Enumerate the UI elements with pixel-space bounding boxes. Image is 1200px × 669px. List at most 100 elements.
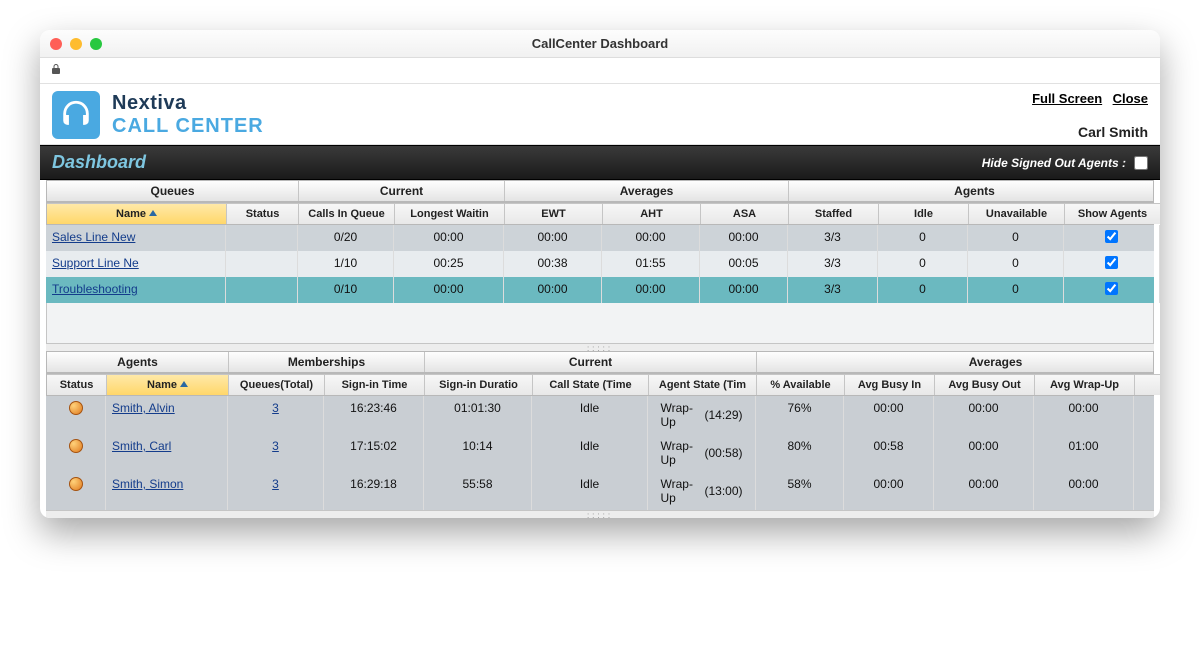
- agent-signin-time: 17:15:02: [324, 434, 424, 472]
- sort-asc-icon: [180, 381, 188, 387]
- toolbar: [40, 58, 1160, 84]
- queue-aht: 00:00: [602, 277, 700, 303]
- window-title: CallCenter Dashboard: [40, 36, 1160, 51]
- queue-ewt: 00:00: [504, 225, 602, 251]
- queue-name-link[interactable]: Support Line Ne: [52, 256, 139, 270]
- agent-status-icon: [69, 401, 83, 415]
- agroup-memberships: Memberships: [229, 352, 425, 372]
- agent-signin-dur: 01:01:30: [424, 396, 532, 434]
- agent-state: Wrap-Up(00:58): [648, 434, 756, 472]
- agent-call-state: Idle: [532, 472, 648, 510]
- queue-idle: 0: [878, 225, 968, 251]
- queue-name-link[interactable]: Sales Line New: [52, 230, 135, 244]
- headset-icon: [52, 91, 100, 139]
- agent-queues-link[interactable]: 3: [272, 477, 279, 491]
- col-aht[interactable]: AHT: [603, 203, 701, 224]
- agent-call-state: Idle: [532, 434, 648, 472]
- queue-longest: 00:00: [394, 225, 504, 251]
- user-name: Carl Smith: [1026, 124, 1148, 140]
- agent-busy-in: 00:00: [844, 472, 934, 510]
- group-averages: Averages: [505, 181, 789, 201]
- queue-row[interactable]: Sales Line New0/2000:0000:0000:0000:003/…: [46, 225, 1154, 251]
- agent-queues-link[interactable]: 3: [272, 439, 279, 453]
- agent-busy-out: 00:00: [934, 434, 1034, 472]
- agent-status-icon: [69, 439, 83, 453]
- show-agents-checkbox[interactable]: [1105, 256, 1118, 269]
- agent-row[interactable]: Smith, Alvin316:23:4601:01:30IdleWrap-Up…: [46, 396, 1154, 434]
- col-show-agents[interactable]: Show Agents: [1065, 203, 1160, 224]
- agent-busy-out: 00:00: [934, 396, 1034, 434]
- col-longest-wait[interactable]: Longest Waitin: [395, 203, 505, 224]
- queue-row[interactable]: Troubleshooting0/1000:0000:0000:0000:003…: [46, 277, 1154, 303]
- acol-status[interactable]: Status: [47, 374, 107, 395]
- sort-asc-icon: [149, 210, 157, 216]
- agroup-averages: Averages: [757, 352, 1160, 372]
- titlebar: CallCenter Dashboard: [40, 30, 1160, 58]
- col-ewt[interactable]: EWT: [505, 203, 603, 224]
- queue-aht: 01:55: [602, 251, 700, 277]
- brand: Nextiva CALL CENTER: [52, 91, 264, 139]
- queue-row[interactable]: Support Line Ne1/1000:2500:3801:5500:053…: [46, 251, 1154, 277]
- agent-state: Wrap-Up(14:29): [648, 396, 756, 434]
- group-agents: Agents: [789, 181, 1160, 201]
- close-link[interactable]: Close: [1113, 91, 1148, 106]
- acol-queues-total[interactable]: Queues(Total): [229, 374, 325, 395]
- acol-call-state[interactable]: Call State (Time: [533, 374, 649, 395]
- queue-longest: 00:00: [394, 277, 504, 303]
- queue-calls: 0/20: [298, 225, 394, 251]
- fullscreen-link[interactable]: Full Screen: [1032, 91, 1102, 106]
- agent-row[interactable]: Smith, Simon316:29:1855:58IdleWrap-Up(13…: [46, 472, 1154, 510]
- queue-idle: 0: [878, 251, 968, 277]
- col-idle[interactable]: Idle: [879, 203, 969, 224]
- acol-wrap-up[interactable]: Avg Wrap-Up: [1035, 374, 1135, 395]
- hide-signed-out-label: Hide Signed Out Agents :: [982, 156, 1126, 170]
- queue-staffed: 3/3: [788, 251, 878, 277]
- agent-queues-link[interactable]: 3: [272, 401, 279, 415]
- agent-name-link[interactable]: Smith, Simon: [112, 477, 183, 491]
- agent-pct-available: 80%: [756, 434, 844, 472]
- lock-icon: [50, 63, 62, 78]
- col-name[interactable]: Name: [47, 203, 227, 224]
- dashboard-title: Dashboard: [52, 152, 146, 173]
- col-status[interactable]: Status: [227, 203, 299, 224]
- queue-staffed: 3/3: [788, 277, 878, 303]
- acol-signin-time[interactable]: Sign-in Time: [325, 374, 425, 395]
- queue-unavailable: 0: [968, 277, 1064, 303]
- queue-name-link[interactable]: Troubleshooting: [52, 282, 138, 296]
- agent-wrap-up: 00:00: [1034, 396, 1134, 434]
- queues-empty-area: [46, 303, 1154, 343]
- agent-busy-out: 00:00: [934, 472, 1034, 510]
- acol-pct-available[interactable]: % Available: [757, 374, 845, 395]
- col-asa[interactable]: ASA: [701, 203, 789, 224]
- queue-ewt: 00:00: [504, 277, 602, 303]
- bottom-divider: :::::: [46, 510, 1154, 518]
- col-unavailable[interactable]: Unavailable: [969, 203, 1065, 224]
- agent-row[interactable]: Smith, Carl317:15:0210:14IdleWrap-Up(00:…: [46, 434, 1154, 472]
- acol-agent-state[interactable]: Agent State (Tim: [649, 374, 757, 395]
- queue-aht: 00:00: [602, 225, 700, 251]
- col-staffed[interactable]: Staffed: [789, 203, 879, 224]
- agent-signin-time: 16:29:18: [324, 472, 424, 510]
- hide-signed-out-checkbox[interactable]: [1134, 156, 1148, 170]
- app-window: CallCenter Dashboard Nextiva CALL CENTER…: [40, 30, 1160, 518]
- queue-asa: 00:05: [700, 251, 788, 277]
- group-current: Current: [299, 181, 505, 201]
- agent-signin-time: 16:23:46: [324, 396, 424, 434]
- acol-signin-duration[interactable]: Sign-in Duratio: [425, 374, 533, 395]
- queue-idle: 0: [878, 277, 968, 303]
- acol-busy-in[interactable]: Avg Busy In: [845, 374, 935, 395]
- agent-busy-in: 00:58: [844, 434, 934, 472]
- splitter[interactable]: :::::: [46, 343, 1154, 351]
- acol-busy-out[interactable]: Avg Busy Out: [935, 374, 1035, 395]
- acol-name[interactable]: Name: [107, 374, 229, 395]
- queue-asa: 00:00: [700, 277, 788, 303]
- queue-unavailable: 0: [968, 251, 1064, 277]
- agent-name-link[interactable]: Smith, Alvin: [112, 401, 175, 415]
- queue-longest: 00:25: [394, 251, 504, 277]
- show-agents-checkbox[interactable]: [1105, 230, 1118, 243]
- brand-line2: CALL CENTER: [112, 115, 264, 138]
- queue-ewt: 00:38: [504, 251, 602, 277]
- show-agents-checkbox[interactable]: [1105, 282, 1118, 295]
- col-calls-in-queue[interactable]: Calls In Queue: [299, 203, 395, 224]
- agent-name-link[interactable]: Smith, Carl: [112, 439, 171, 453]
